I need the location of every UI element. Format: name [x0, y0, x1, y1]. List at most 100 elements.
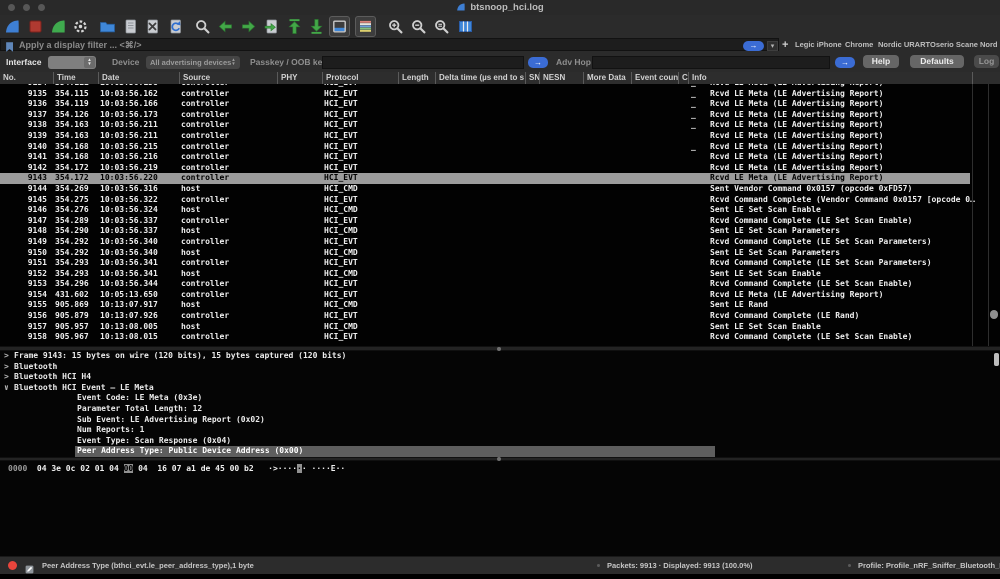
auto-scroll-icon[interactable] — [329, 16, 350, 37]
profile-info[interactable]: Profile: Profile_nRF_Sniffer_Bluetooth_L… — [858, 557, 1000, 574]
packet-row-9141[interactable]: 9141354.16810:03:56.216controllerHCI_EVT… — [0, 152, 1000, 163]
packet-row-9138[interactable]: 9138354.16310:03:56.211controllerHCI_EVT… — [0, 120, 1000, 131]
open-file-icon[interactable] — [99, 18, 116, 35]
detail-line[interactable]: Sub Event: LE Advertising Report (0x02) — [0, 415, 1000, 426]
filter-shortcut-nord[interactable]: Nord — [980, 38, 998, 52]
detail-text: Peer Address Type: Public Device Address… — [77, 446, 303, 457]
resize-columns-icon[interactable] — [457, 18, 474, 35]
column-header-more-data[interactable]: More Data — [583, 72, 631, 84]
close-file-icon[interactable] — [144, 18, 161, 35]
detail-line[interactable]: >Bluetooth — [0, 362, 1000, 373]
packet-row-9139[interactable]: 9139354.16310:03:56.211controllerHCI_EVT… — [0, 131, 1000, 142]
detail-line[interactable]: >Frame 9143: 15 bytes on wire (120 bits)… — [0, 351, 1000, 362]
go-back-icon[interactable] — [217, 18, 234, 35]
column-header-no[interactable]: No. — [0, 72, 52, 84]
display-filter-input[interactable]: Apply a display filter ... <⌘/> → ▾ — [0, 38, 779, 51]
column-header-source[interactable]: Source — [179, 72, 277, 84]
zoom-out-icon[interactable] — [410, 18, 427, 35]
log-button[interactable]: Log — [974, 55, 999, 68]
packet-row-9156[interactable]: 9156905.87910:13:07.926controllerHCI_EVT… — [0, 311, 1000, 322]
column-header-date[interactable]: Date — [98, 72, 179, 84]
column-header-protocol[interactable]: Protocol — [322, 72, 398, 84]
stop-capture-icon[interactable] — [27, 18, 44, 35]
detail-line[interactable]: Num Reports: 1 — [0, 425, 1000, 436]
edit-comment-icon[interactable] — [25, 561, 34, 570]
filter-dropdown-caret[interactable]: ▾ — [767, 41, 778, 51]
packet-row-9140[interactable]: 9140354.16810:03:56.215controllerHCI_EVT… — [0, 142, 1000, 153]
zoom-in-icon[interactable] — [387, 18, 404, 35]
column-header-phy[interactable]: PHY — [277, 72, 322, 84]
packet-row-9157[interactable]: 9157905.95710:13:08.005hostHCI_CMDSent L… — [0, 322, 1000, 333]
packet-row-9148[interactable]: 9148354.29010:03:56.337hostHCI_CMDSent L… — [0, 226, 1000, 237]
column-header-sn[interactable]: SN — [525, 72, 539, 84]
defaults-button[interactable]: Defaults — [910, 55, 964, 68]
detail-line[interactable]: >Bluetooth HCI H4 — [0, 372, 1000, 383]
detail-line[interactable]: Peer Address Type: Public Device Address… — [0, 446, 1000, 457]
help-button[interactable]: Help — [863, 55, 899, 68]
packet-row-9150[interactable]: 9150354.29210:03:56.340hostHCI_CMDSent L… — [0, 248, 1000, 259]
packet-row-9153[interactable]: 9153354.29610:03:56.344controllerHCI_EVT… — [0, 279, 1000, 290]
go-last-icon[interactable] — [308, 18, 325, 35]
save-file-icon[interactable] — [122, 18, 139, 35]
find-packet-icon[interactable] — [194, 18, 211, 35]
details-scrollbar-thumb[interactable] — [994, 353, 999, 366]
passkey-input[interactable] — [322, 56, 524, 69]
packet-row-9136[interactable]: 9136354.11910:03:56.166controllerHCI_EVT… — [0, 99, 1000, 110]
packet-row-9154[interactable]: 9154431.60210:05:13.650controllerHCI_EVT… — [0, 290, 1000, 301]
detail-line[interactable]: ∨Bluetooth HCI Event – LE Meta — [0, 383, 1000, 394]
list-scrollbar-thumb[interactable] — [990, 310, 998, 319]
expander-collapsed-icon[interactable]: > — [4, 372, 9, 383]
device-select[interactable]: All advertising devices ▲▼ — [146, 56, 240, 69]
go-to-packet-icon[interactable] — [263, 18, 280, 35]
packet-row-9152[interactable]: 9152354.29310:03:56.341hostHCI_CMDSent L… — [0, 269, 1000, 280]
packet-row-9146[interactable]: 9146354.27610:03:56.324hostHCI_CMDSent L… — [0, 205, 1000, 216]
column-header-info[interactable]: Info — [688, 72, 972, 84]
passkey-apply-button[interactable]: → — [528, 57, 548, 68]
expert-info-icon[interactable] — [8, 561, 17, 570]
cell-no: 9157 — [0, 322, 47, 333]
go-first-icon[interactable] — [286, 18, 303, 35]
packet-row-9142[interactable]: 9142354.17210:03:56.219controllerHCI_EVT… — [0, 163, 1000, 174]
packet-row-9143[interactable]: 9143354.17210:03:56.220controllerHCI_EVT… — [0, 173, 970, 184]
cell-info: Rcvd Command Complete (Vendor Command 0x… — [710, 195, 975, 206]
expander-expanded-icon[interactable]: ∨ — [4, 383, 9, 394]
colorize-icon[interactable] — [355, 16, 376, 37]
filter-shortcut-nordic-urart[interactable]: Nordic URART — [878, 38, 930, 52]
packet-row-9151[interactable]: 9151354.29310:03:56.341controllerHCI_EVT… — [0, 258, 1000, 269]
packet-row-9137[interactable]: 9137354.12610:03:56.173controllerHCI_EVT… — [0, 110, 1000, 121]
column-header-length[interactable]: Length — [398, 72, 435, 84]
wireshark-start-icon[interactable] — [4, 18, 21, 35]
packet-row-9145[interactable]: 9145354.27510:03:56.322controllerHCI_EVT… — [0, 195, 1000, 206]
expander-collapsed-icon[interactable]: > — [4, 362, 9, 373]
interface-select[interactable]: ▲▼ — [48, 56, 96, 69]
go-forward-icon[interactable] — [240, 18, 257, 35]
add-filter-button[interactable]: + — [782, 38, 788, 52]
adv-hop-apply-button[interactable]: → — [835, 57, 855, 68]
filter-shortcut-legic-iphone[interactable]: Legic iPhone — [795, 38, 842, 52]
list-scrollbar-track[interactable] — [988, 84, 989, 346]
packet-row-9158[interactable]: 9158905.96710:13:08.015controllerHCI_EVT… — [0, 332, 1000, 343]
capture-options-icon[interactable] — [72, 18, 89, 35]
zoom-reset-icon[interactable] — [433, 18, 450, 35]
filter-shortcut-oserio-scane[interactable]: Oserio Scane — [930, 38, 978, 52]
detail-line[interactable]: Parameter Total Length: 12 — [0, 404, 1000, 415]
column-header-nesn[interactable]: NESN — [539, 72, 583, 84]
detail-line[interactable]: Event Code: LE Meta (0x3e) — [0, 393, 1000, 404]
hex-dump-line[interactable]: 0000 04 3e 0c 02 01 04 00 04 16 07 a1 de… — [8, 463, 345, 474]
adv-hop-input[interactable] — [592, 56, 830, 69]
packet-row-9147[interactable]: 9147354.28910:03:56.337controllerHCI_EVT… — [0, 216, 1000, 227]
column-header-cc[interactable]: Cc — [678, 72, 688, 84]
filter-shortcut-chrome[interactable]: Chrome — [845, 38, 873, 52]
packet-row-9144[interactable]: 9144354.26910:03:56.316hostHCI_CMDSent V… — [0, 184, 1000, 195]
column-header-delta-time-s-end-to-s[interactable]: Delta time (µs end to s — [435, 72, 525, 84]
reload-file-icon[interactable] — [167, 18, 184, 35]
restart-capture-icon[interactable] — [50, 18, 67, 35]
column-header-time[interactable]: Time — [53, 72, 98, 84]
column-header-event-counter[interactable]: Event counter — [631, 72, 678, 84]
packet-row-9155[interactable]: 9155905.86910:13:07.917hostHCI_CMDSent L… — [0, 300, 1000, 311]
detail-line[interactable]: Event Type: Scan Response (0x04) — [0, 436, 1000, 447]
packet-row-9149[interactable]: 9149354.29210:03:56.340controllerHCI_EVT… — [0, 237, 1000, 248]
expander-collapsed-icon[interactable]: > — [4, 351, 9, 362]
apply-filter-button[interactable]: → — [743, 41, 764, 51]
packet-row-9135[interactable]: 9135354.11510:03:56.162controllerHCI_EVT… — [0, 89, 1000, 100]
